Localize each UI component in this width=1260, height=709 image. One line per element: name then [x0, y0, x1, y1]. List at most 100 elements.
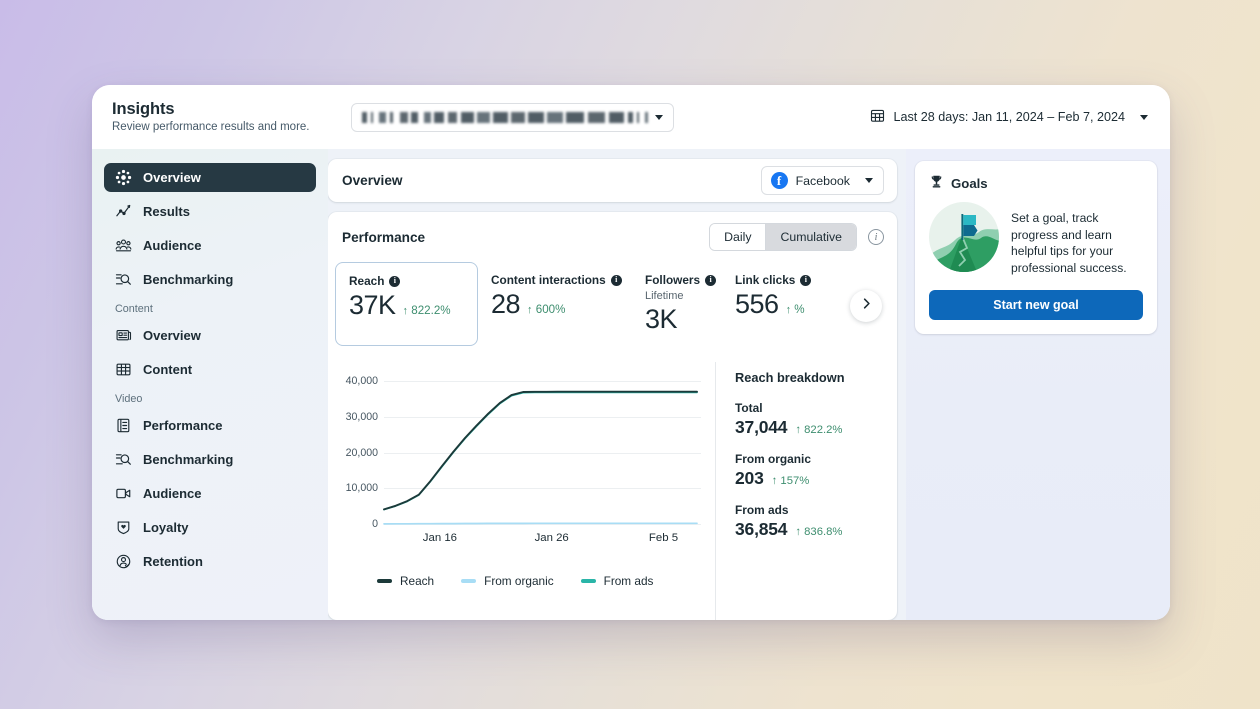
- app-header: Insights Review performance results and …: [92, 85, 1170, 149]
- sidebar-item-label: Results: [143, 204, 190, 219]
- chart-x-tick-label: Feb 5: [648, 532, 679, 544]
- sidebar-item-video-performance[interactable]: Performance: [104, 411, 316, 440]
- legend-item-from-organic[interactable]: From organic: [461, 574, 554, 588]
- sidebar-item-label: Benchmarking: [143, 452, 234, 467]
- shield-heart-icon: [115, 519, 132, 536]
- breakdown-delta: ↑ 822.2%: [795, 424, 843, 436]
- chevron-right-icon: [860, 297, 873, 315]
- chevron-down-icon: [655, 114, 663, 120]
- metric-label: Link clicks i: [735, 273, 830, 287]
- user-check-icon: [115, 553, 132, 570]
- legend-swatch: [580, 579, 596, 583]
- chart-series-svg: [383, 390, 698, 525]
- chart-line-from-ads: [383, 391, 698, 511]
- goals-card: Goals Set a goal, track progress and lea…: [915, 161, 1157, 334]
- chart-plot: 0 10,000 20,000 30,000 40,000 Jan 16 Jan 26 Feb…: [328, 368, 701, 546]
- metric-delta: ↑ 822.2%: [402, 304, 451, 317]
- sidebar-item-label: Performance: [143, 418, 223, 433]
- tab-daily[interactable]: Daily: [710, 224, 766, 250]
- hub-icon: [115, 169, 132, 186]
- metric-label: Content interactions i: [491, 273, 622, 287]
- info-icon[interactable]: i: [868, 229, 884, 245]
- metric-value-row: 37K ↑ 822.2%: [349, 292, 465, 319]
- chart-x-tick-label: Jan 16: [422, 532, 457, 544]
- sidebar-item-video-benchmarking[interactable]: Benchmarking: [104, 445, 316, 474]
- metric-card-link-clicks[interactable]: Link clicks i 556 ↑ %: [722, 262, 842, 350]
- metric-value: 3K: [645, 304, 678, 334]
- search-list-icon: [115, 271, 132, 288]
- sidebar-item-label: Benchmarking: [143, 272, 234, 287]
- platform-selector[interactable]: f Facebook: [760, 166, 884, 195]
- legend-label: Reach: [400, 574, 435, 588]
- sidebar-item-benchmarking[interactable]: Benchmarking: [104, 265, 316, 294]
- metric-delta: ↑ 600%: [527, 303, 566, 316]
- sidebar-group-video-label: Video: [115, 393, 143, 405]
- breakdown-value: 37,044: [735, 417, 788, 437]
- page-title: Insights: [112, 99, 175, 118]
- info-icon[interactable]: i: [610, 274, 622, 286]
- metric-value: 37K: [349, 290, 396, 320]
- breakdown-delta: ↑ 157%: [771, 475, 810, 487]
- page-subtitle: Review performance results and more.: [112, 120, 310, 133]
- breakdown-row-total: Total 37,044 ↑ 822.2%: [735, 401, 883, 438]
- sidebar-item-label: Overview: [143, 170, 201, 185]
- overview-header-card: Overview f Facebook: [328, 159, 897, 202]
- granularity-toggle: Daily Cumulative: [709, 223, 857, 251]
- metric-card-content-interactions[interactable]: Content interactions i 28 ↑ 600%: [478, 262, 632, 350]
- tab-cumulative[interactable]: Cumulative: [765, 224, 856, 250]
- legend-swatch: [461, 579, 477, 583]
- breakdown-row-from-organic: From organic 203 ↑ 157%: [735, 452, 883, 489]
- news-icon: [115, 327, 132, 344]
- line-chart-icon: [115, 203, 132, 220]
- sidebar-item-loyalty[interactable]: Loyalty: [104, 513, 316, 542]
- insights-app-window: Insights Review performance results and …: [92, 85, 1170, 620]
- info-icon[interactable]: i: [389, 275, 401, 287]
- metric-strip: Reach i 37K ↑ 822.2% Content interaction…: [328, 262, 897, 350]
- sidebar-item-results[interactable]: Results: [104, 197, 316, 226]
- goals-header: Goals: [929, 174, 1143, 192]
- breakdown-delta: ↑ 836.8%: [795, 526, 843, 538]
- platform-label: Facebook: [795, 173, 850, 188]
- goals-body: Set a goal, track progress and learn hel…: [929, 202, 1143, 277]
- performance-card: Performance Daily Cumulative i Reach i 3…: [328, 212, 897, 620]
- goals-title: Goals: [951, 175, 988, 191]
- sidebar-item-video-audience[interactable]: Audience: [104, 479, 316, 508]
- sidebar-item-content-overview[interactable]: Overview: [104, 321, 316, 350]
- legend-item-reach[interactable]: Reach: [377, 574, 434, 588]
- chevron-down-icon: [1140, 114, 1148, 120]
- date-range-label: Last 28 days: Jan 11, 2024 – Feb 7, 2024: [893, 110, 1125, 124]
- redacted-account-name: [362, 111, 648, 123]
- start-new-goal-button[interactable]: Start new goal: [929, 290, 1143, 320]
- sidebar-item-audience[interactable]: Audience: [104, 231, 316, 260]
- calendar-icon: [870, 108, 885, 126]
- legend-label: From organic: [484, 574, 554, 588]
- breakdown-row-from-ads: From ads 36,854 ↑ 836.8%: [735, 503, 883, 540]
- breakdown-title: Reach breakdown: [735, 370, 845, 385]
- search-list-icon: [115, 451, 132, 468]
- info-icon[interactable]: i: [800, 274, 812, 286]
- sidebar-item-content[interactable]: Content: [104, 355, 316, 384]
- sidebar-item-label: Overview: [143, 328, 201, 343]
- account-selector[interactable]: [351, 102, 674, 132]
- reach-chart[interactable]: 0 10,000 20,000 30,000 40,000 Jan 16 Jan 26 Feb…: [328, 362, 715, 620]
- info-icon[interactable]: i: [705, 274, 717, 286]
- sidebar-item-retention[interactable]: Retention: [104, 547, 316, 576]
- title-block: Insights Review performance results and …: [112, 100, 337, 135]
- metric-sublabel: Lifetime: [645, 290, 684, 302]
- breakdown-label: From ads: [735, 503, 789, 517]
- metric-value: 28: [491, 289, 521, 319]
- sidebar-item-overview[interactable]: Overview: [104, 163, 316, 192]
- chart-line-reach: [383, 390, 698, 511]
- performance-header: Performance Daily Cumulative i: [328, 212, 897, 262]
- table-icon: [115, 361, 132, 378]
- metrics-next-button[interactable]: [850, 290, 882, 322]
- sidebar-item-label: Audience: [143, 238, 202, 253]
- breakdown-value-row: 203 ↑ 157%: [735, 468, 883, 489]
- sidebar-item-label: Audience: [143, 486, 202, 501]
- date-range-selector[interactable]: Last 28 days: Jan 11, 2024 – Feb 7, 2024: [870, 108, 1148, 126]
- main-content: Overview f Facebook Performance Daily Cu…: [328, 149, 906, 620]
- metric-card-followers[interactable]: Followers i Lifetime 3K: [632, 262, 722, 350]
- metric-card-reach[interactable]: Reach i 37K ↑ 822.2%: [335, 262, 478, 346]
- legend-item-from-ads[interactable]: From ads: [580, 574, 653, 588]
- metric-value-row: 3K: [645, 306, 710, 333]
